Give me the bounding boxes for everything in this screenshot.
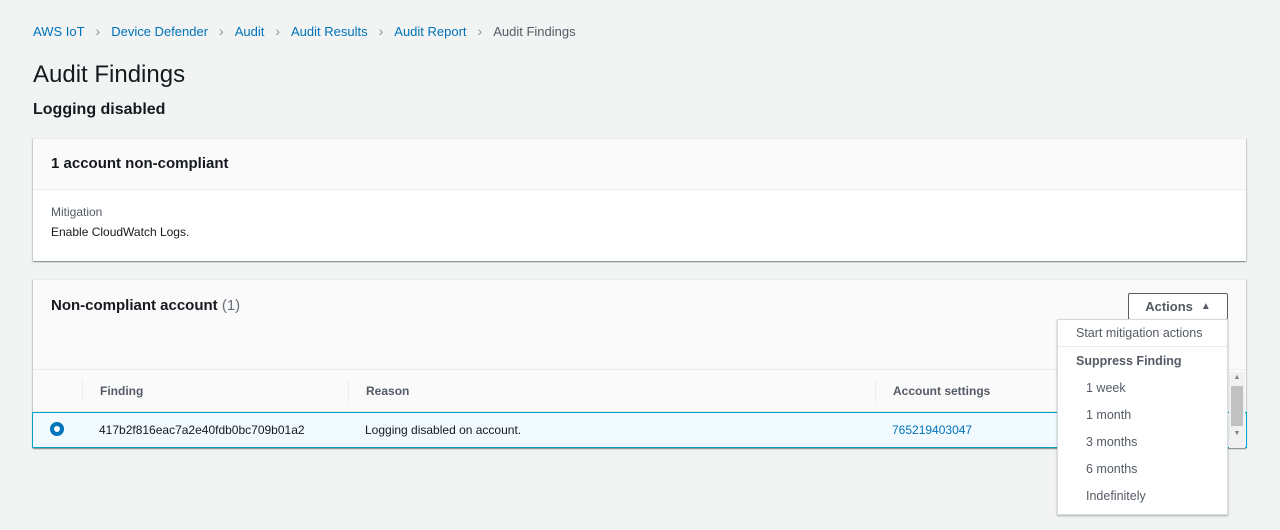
actions-button-label: Actions	[1145, 299, 1193, 314]
caret-up-icon: ▲	[1200, 301, 1211, 312]
scroll-down-icon[interactable]: ▼	[1229, 428, 1245, 440]
menu-item-suppress-1-month[interactable]: 1 month	[1058, 401, 1227, 428]
page-subtitle: Logging disabled	[33, 101, 166, 118]
chevron-right-icon: ›	[477, 23, 483, 39]
breadcrumb-current: Audit Findings	[493, 23, 576, 39]
menu-item-suppress-indefinitely[interactable]: Indefinitely	[1058, 482, 1227, 509]
header-finding[interactable]: Finding	[82, 379, 348, 402]
scroll-thumb[interactable]	[1231, 386, 1243, 426]
mitigation-value: Enable CloudWatch Logs.	[51, 225, 190, 239]
scroll-up-icon[interactable]: ▲	[1229, 372, 1245, 384]
menu-item-suppress-6-months[interactable]: 6 months	[1058, 455, 1227, 482]
breadcrumb-aws-iot[interactable]: AWS IoT	[33, 24, 85, 39]
actions-dropdown-menu: Start mitigation actions Suppress Findin…	[1057, 319, 1228, 515]
row-finding: 417b2f816eac7a2e40fdb0bc709b01a2	[99, 423, 305, 437]
breadcrumb: AWS IoT › Device Defender › Audit › Audi…	[33, 23, 576, 39]
table-scrollbar[interactable]: ▲ ▼	[1229, 372, 1245, 448]
breadcrumb-audit-results[interactable]: Audit Results	[291, 24, 368, 39]
page-title: Audit Findings	[33, 61, 186, 88]
chevron-right-icon: ›	[219, 23, 224, 39]
header-reason[interactable]: Reason	[348, 379, 875, 402]
summary-panel: 1 account non-compliant Mitigation Enabl…	[33, 138, 1246, 261]
row-select[interactable]	[33, 421, 82, 439]
chevron-right-icon: ›	[275, 23, 281, 39]
breadcrumb-device-defender[interactable]: Device Defender	[111, 24, 208, 39]
menu-item-suppress-1-week[interactable]: 1 week	[1058, 374, 1227, 401]
chevron-right-icon: ›	[378, 23, 384, 39]
radio-selected-icon[interactable]	[50, 421, 64, 436]
menu-item-suppress-3-months[interactable]: 3 months	[1058, 428, 1227, 455]
mitigation-label: Mitigation	[51, 205, 103, 219]
table-title: Non-compliant account (1)	[51, 297, 240, 314]
menu-item-start-mitigation[interactable]: Start mitigation actions	[1058, 320, 1227, 347]
actions-button[interactable]: Actions ▲	[1128, 293, 1228, 320]
menu-group-suppress-finding: Suppress Finding	[1076, 353, 1182, 368]
account-link[interactable]: 765219403047	[892, 423, 972, 437]
row-reason: Logging disabled on account.	[365, 423, 522, 437]
table-count: (1)	[221, 297, 241, 314]
header-select	[33, 380, 82, 402]
chevron-right-icon: ›	[95, 23, 101, 39]
table-title-text: Non-compliant account	[51, 297, 218, 314]
summary-heading: 1 account non-compliant	[33, 139, 1246, 190]
breadcrumb-audit-report[interactable]: Audit Report	[394, 24, 466, 39]
breadcrumb-audit[interactable]: Audit	[235, 24, 265, 39]
